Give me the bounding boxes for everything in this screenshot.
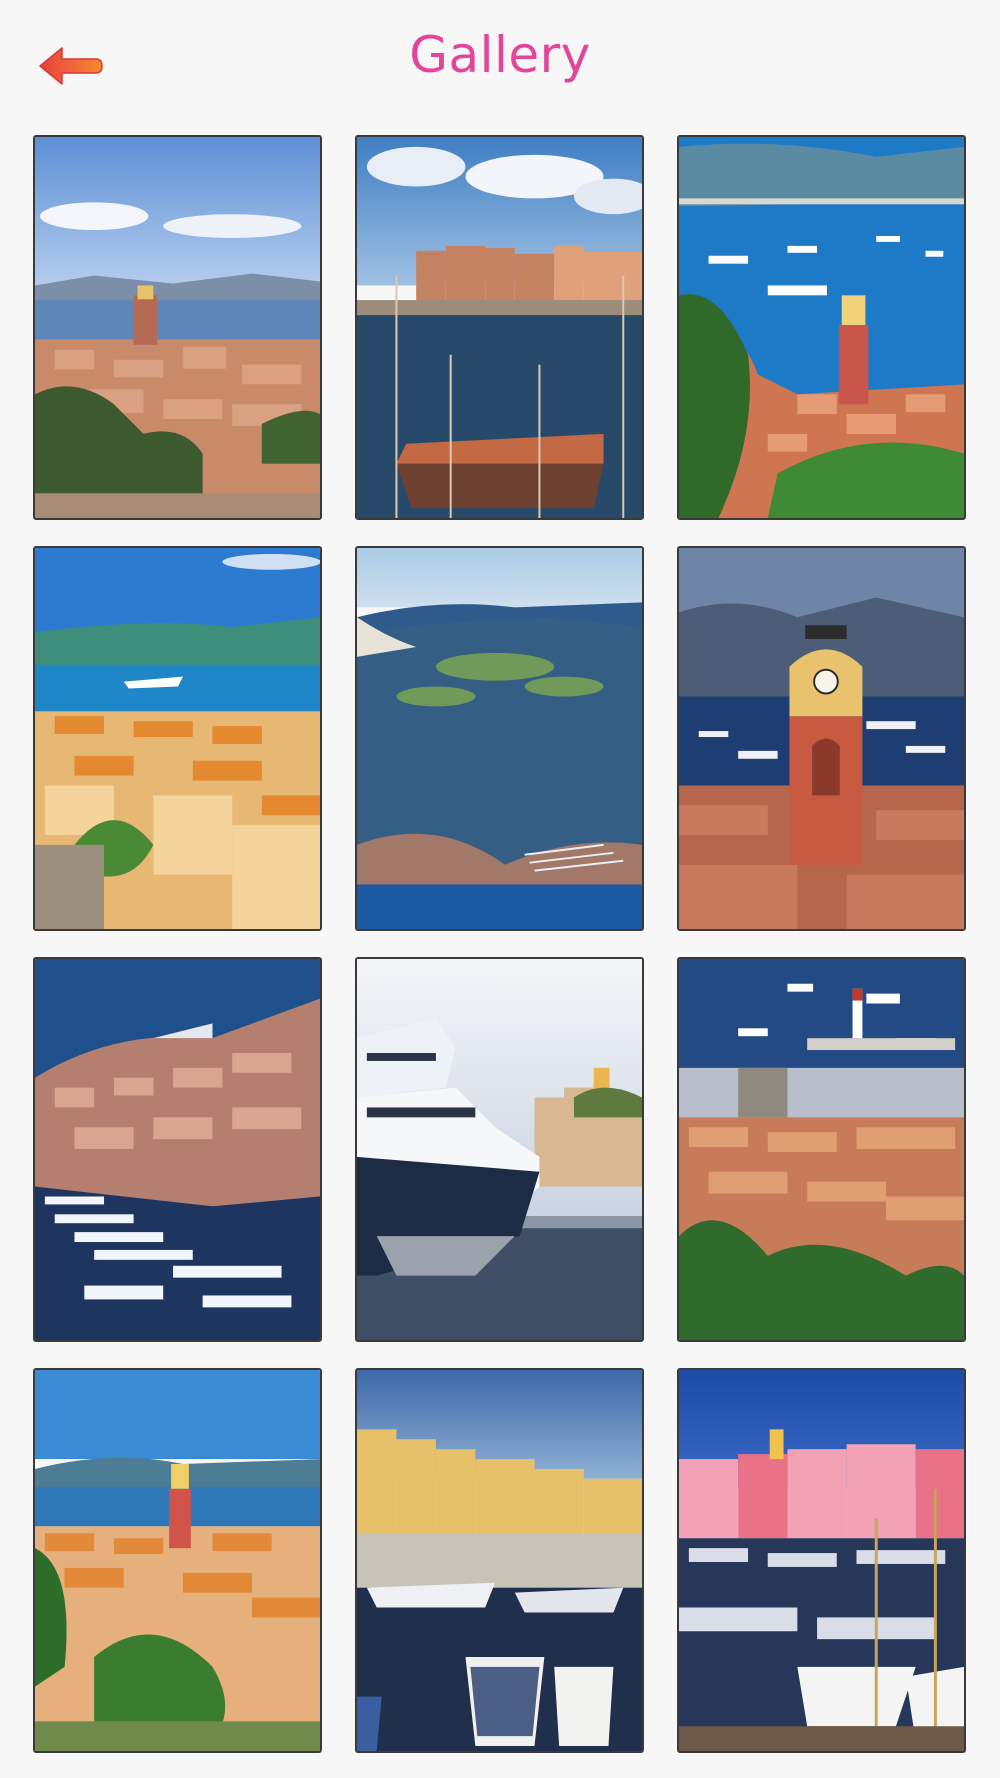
gallery-photo[interactable] xyxy=(677,957,966,1342)
gallery-photo[interactable] xyxy=(355,1368,644,1753)
gallery-photo[interactable] xyxy=(355,135,644,520)
gallery-photo[interactable] xyxy=(33,546,322,931)
gallery-photo[interactable] xyxy=(355,957,644,1342)
gallery-photo[interactable] xyxy=(33,135,322,520)
photo-image xyxy=(679,959,964,1340)
photo-image xyxy=(679,548,964,929)
photo-image xyxy=(35,548,320,929)
gallery-photo[interactable] xyxy=(677,546,966,931)
photo-image xyxy=(35,137,320,518)
gallery-photo[interactable] xyxy=(677,135,966,520)
photo-image xyxy=(679,1370,964,1751)
photo-image xyxy=(357,1370,642,1751)
photo-image xyxy=(679,137,964,518)
gallery-photo[interactable] xyxy=(33,957,322,1342)
gallery-photo[interactable] xyxy=(677,1368,966,1753)
gallery-grid xyxy=(33,135,969,1753)
photo-image xyxy=(35,959,320,1340)
photo-image xyxy=(357,959,642,1340)
photo-image xyxy=(357,548,642,929)
photo-image xyxy=(35,1370,320,1751)
header-bar: Gallery xyxy=(0,0,1000,130)
photo-image xyxy=(357,137,642,518)
page-title: Gallery xyxy=(409,26,591,84)
gallery-photo[interactable] xyxy=(355,546,644,931)
gallery-photo[interactable] xyxy=(33,1368,322,1753)
